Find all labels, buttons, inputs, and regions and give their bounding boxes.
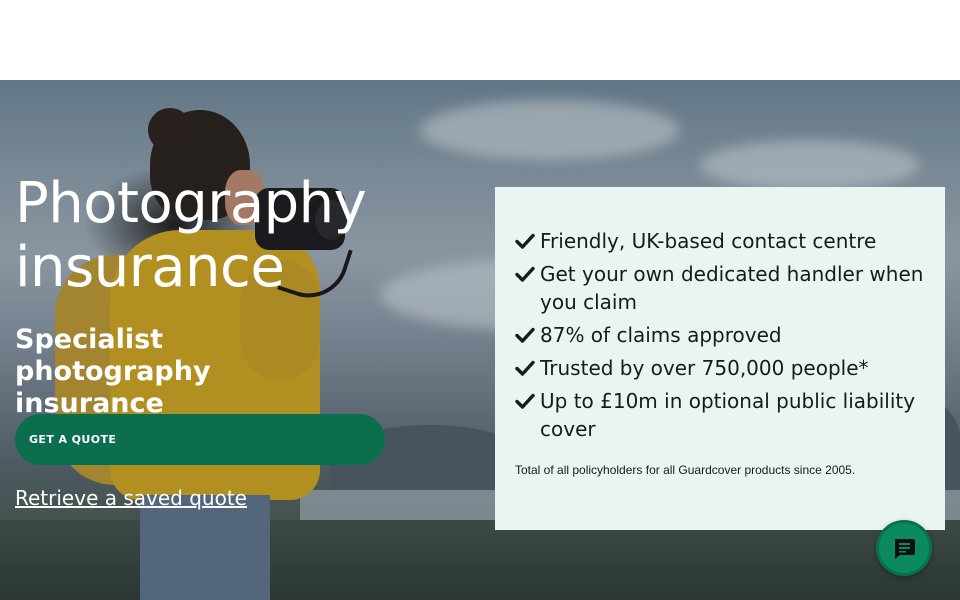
site-header xyxy=(0,0,960,80)
benefit-item: Up to £10m in optional public liability … xyxy=(515,387,925,443)
benefit-item: Friendly, UK-based contact centre xyxy=(515,227,925,255)
benefit-label: Get your own dedicated handler when you … xyxy=(540,262,924,314)
benefit-item: 87% of claims approved xyxy=(515,321,925,349)
check-icon xyxy=(515,360,535,376)
benefit-label: Trusted by over 750,000 people* xyxy=(540,356,869,380)
benefit-label: Up to £10m in optional public liability … xyxy=(540,389,916,441)
benefit-label: 87% of claims approved xyxy=(540,323,782,347)
page-subtitle: Specialist photography insurance xyxy=(15,324,211,419)
benefits-card: Friendly, UK-based contact centre Get yo… xyxy=(495,187,945,530)
get-quote-button[interactable]: GET A QUOTE xyxy=(15,414,385,465)
check-icon xyxy=(515,393,535,409)
benefit-item: Trusted by over 750,000 people* xyxy=(515,354,925,382)
chat-icon xyxy=(895,539,915,559)
benefit-list: Friendly, UK-based contact centre Get yo… xyxy=(515,227,925,443)
benefit-item: Get your own dedicated handler when you … xyxy=(515,260,925,316)
live-chat-button[interactable] xyxy=(876,520,932,576)
check-icon xyxy=(515,266,535,282)
benefits-footnote: Total of all policyholders for all Guard… xyxy=(515,463,856,477)
check-icon xyxy=(515,233,535,249)
hero-section: Photography insurance Specialist photogr… xyxy=(0,80,960,600)
benefit-label: Friendly, UK-based contact centre xyxy=(540,229,877,253)
page-title: Photography insurance xyxy=(15,171,367,300)
retrieve-saved-quote-link[interactable]: Retrieve a saved quote xyxy=(15,486,247,510)
check-icon xyxy=(515,327,535,343)
